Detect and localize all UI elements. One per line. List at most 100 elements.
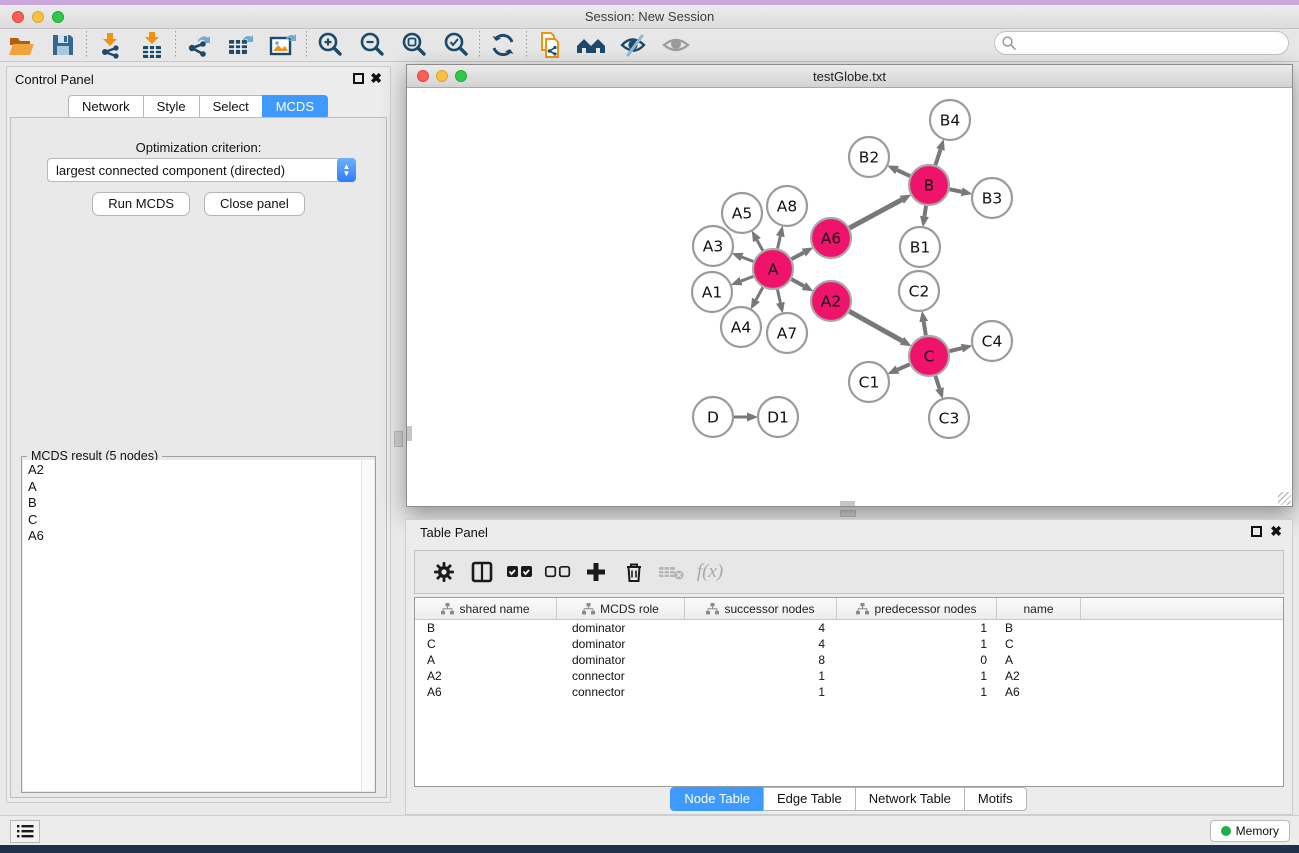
float-table-panel-icon[interactable] — [1251, 526, 1262, 537]
edge-A6-B[interactable] — [849, 200, 901, 228]
result-item[interactable]: B — [28, 495, 374, 512]
import-table-icon[interactable] — [131, 30, 173, 60]
add-column-icon[interactable] — [577, 554, 615, 590]
tab-network[interactable]: Network — [68, 95, 144, 119]
table-mode-gear-icon[interactable] — [425, 554, 463, 590]
memory-button[interactable]: Memory — [1210, 820, 1290, 842]
export-network-icon[interactable] — [178, 30, 220, 60]
toolbar-separator — [479, 31, 480, 59]
network-window-titlebar[interactable]: testGlobe.txt — [407, 65, 1292, 88]
export-table-icon[interactable] — [220, 30, 262, 60]
tab-edge-table[interactable]: Edge Table — [763, 787, 856, 811]
tab-mcds[interactable]: MCDS — [262, 95, 328, 119]
criterion-select[interactable]: largest connected component (directed) ▲… — [47, 158, 356, 182]
edge-B-B1[interactable] — [924, 206, 926, 217]
edge-A-A3[interactable] — [742, 257, 753, 261]
table-cell: A2 — [997, 668, 1081, 684]
edge-A-A4[interactable] — [756, 287, 763, 299]
result-item[interactable]: A6 — [28, 528, 374, 545]
first-neighbors-icon[interactable] — [571, 30, 613, 60]
edge-B-B4[interactable] — [935, 149, 940, 165]
delete-table-icon[interactable] — [653, 554, 691, 590]
column-header-successor-nodes[interactable]: successor nodes — [685, 598, 837, 620]
mcds-result-list[interactable]: A2ABCA6 — [23, 460, 374, 791]
horizontal-splitter-handle[interactable] — [840, 510, 856, 517]
status-bar: Memory — [0, 815, 1299, 845]
node-label-C: C — [924, 348, 935, 366]
main-toolbar — [0, 29, 1299, 62]
result-item[interactable]: A — [28, 479, 374, 496]
table-cell: C — [997, 636, 1081, 652]
tab-select[interactable]: Select — [199, 95, 263, 119]
deselect-all-icon[interactable] — [539, 554, 577, 590]
open-session-icon[interactable] — [0, 30, 42, 60]
table-toolbar: f(x) — [414, 550, 1284, 594]
column-header-predecessor-nodes[interactable]: predecessor nodes — [837, 598, 997, 620]
table-cell: 0 — [837, 652, 997, 668]
table-row[interactable]: A6connector11A6 — [415, 684, 1283, 700]
edge-A2-C[interactable] — [849, 311, 902, 341]
export-image-icon[interactable] — [262, 30, 304, 60]
node-label-D1: D1 — [767, 409, 789, 427]
run-mcds-button[interactable]: Run MCDS — [92, 192, 190, 216]
edge-A-A7[interactable] — [777, 290, 780, 303]
apply-layout-icon[interactable] — [482, 30, 524, 60]
node-label-A8: A8 — [777, 198, 797, 216]
zoom-fit-icon[interactable] — [393, 30, 435, 60]
vertical-splitter-handle[interactable] — [394, 431, 403, 447]
task-history-button[interactable] — [10, 820, 40, 843]
import-network-icon[interactable] — [89, 30, 131, 60]
edge-C-C2[interactable] — [924, 322, 926, 336]
clone-network-icon[interactable] — [529, 30, 571, 60]
edge-C-C3[interactable] — [935, 376, 939, 389]
edge-C-C1[interactable] — [897, 364, 909, 369]
search-input[interactable] — [1017, 34, 1288, 52]
column-header-MCDS-role[interactable]: MCDS role — [557, 598, 685, 620]
result-item[interactable]: C — [28, 512, 374, 529]
save-session-icon[interactable] — [42, 30, 84, 60]
table-row[interactable]: Bdominator41B — [415, 620, 1283, 636]
table-cell: A — [415, 652, 557, 668]
zoom-selected-icon[interactable] — [435, 30, 477, 60]
window-resize-grip[interactable] — [1278, 492, 1291, 505]
show-details-icon[interactable] — [655, 30, 697, 60]
tab-node-table[interactable]: Node Table — [670, 787, 764, 811]
edge-A-A1[interactable] — [741, 276, 753, 281]
select-all-icon[interactable] — [501, 554, 539, 590]
network-canvas[interactable]: B4B2BB3A8A5A6A3B1AC2A1A2A4A7C4CC1DD1C3 — [407, 88, 1292, 506]
toolbar-separator — [526, 31, 527, 59]
close-panel-button[interactable]: Close panel — [204, 192, 305, 216]
close-table-panel-icon[interactable]: ✖ — [1270, 523, 1282, 539]
canvas-vscroll-thumb[interactable] — [407, 426, 412, 441]
edge-A-A5[interactable] — [757, 240, 763, 251]
table-row[interactable]: Adominator80A — [415, 652, 1283, 668]
tab-style[interactable]: Style — [143, 95, 200, 119]
edge-A-A6[interactable] — [792, 253, 804, 259]
tab-network-table[interactable]: Network Table — [855, 787, 965, 811]
column-tree-icon — [582, 603, 595, 615]
toolbar-separator — [175, 31, 176, 59]
edge-B-B3[interactable] — [950, 189, 962, 191]
function-builder-icon[interactable]: f(x) — [691, 554, 729, 590]
show-columns-icon[interactable] — [463, 554, 501, 590]
table-cell: A6 — [415, 684, 557, 700]
close-panel-icon[interactable]: ✖ — [370, 70, 382, 86]
column-header-shared-name[interactable]: shared name — [415, 598, 557, 620]
hide-details-icon[interactable] — [613, 30, 655, 60]
result-item[interactable]: A2 — [28, 462, 374, 479]
zoom-out-icon[interactable] — [351, 30, 393, 60]
edge-A-A8[interactable] — [778, 236, 781, 248]
edge-A-A2[interactable] — [791, 279, 803, 286]
column-header-name[interactable]: name — [997, 598, 1081, 620]
float-panel-icon[interactable] — [353, 73, 364, 84]
table-row[interactable]: Cdominator41C — [415, 636, 1283, 652]
result-scrollbar[interactable] — [361, 460, 374, 791]
delete-columns-icon[interactable] — [615, 554, 653, 590]
tab-motifs[interactable]: Motifs — [964, 787, 1027, 811]
table-row[interactable]: A2connector11A2 — [415, 668, 1283, 684]
edge-C-C4[interactable] — [949, 348, 961, 351]
zoom-in-icon[interactable] — [309, 30, 351, 60]
mcds-tab-content: Optimization criterion: largest connecte… — [10, 117, 387, 798]
canvas-hscroll-thumb[interactable] — [840, 501, 855, 506]
edge-B-B2[interactable] — [897, 170, 910, 176]
